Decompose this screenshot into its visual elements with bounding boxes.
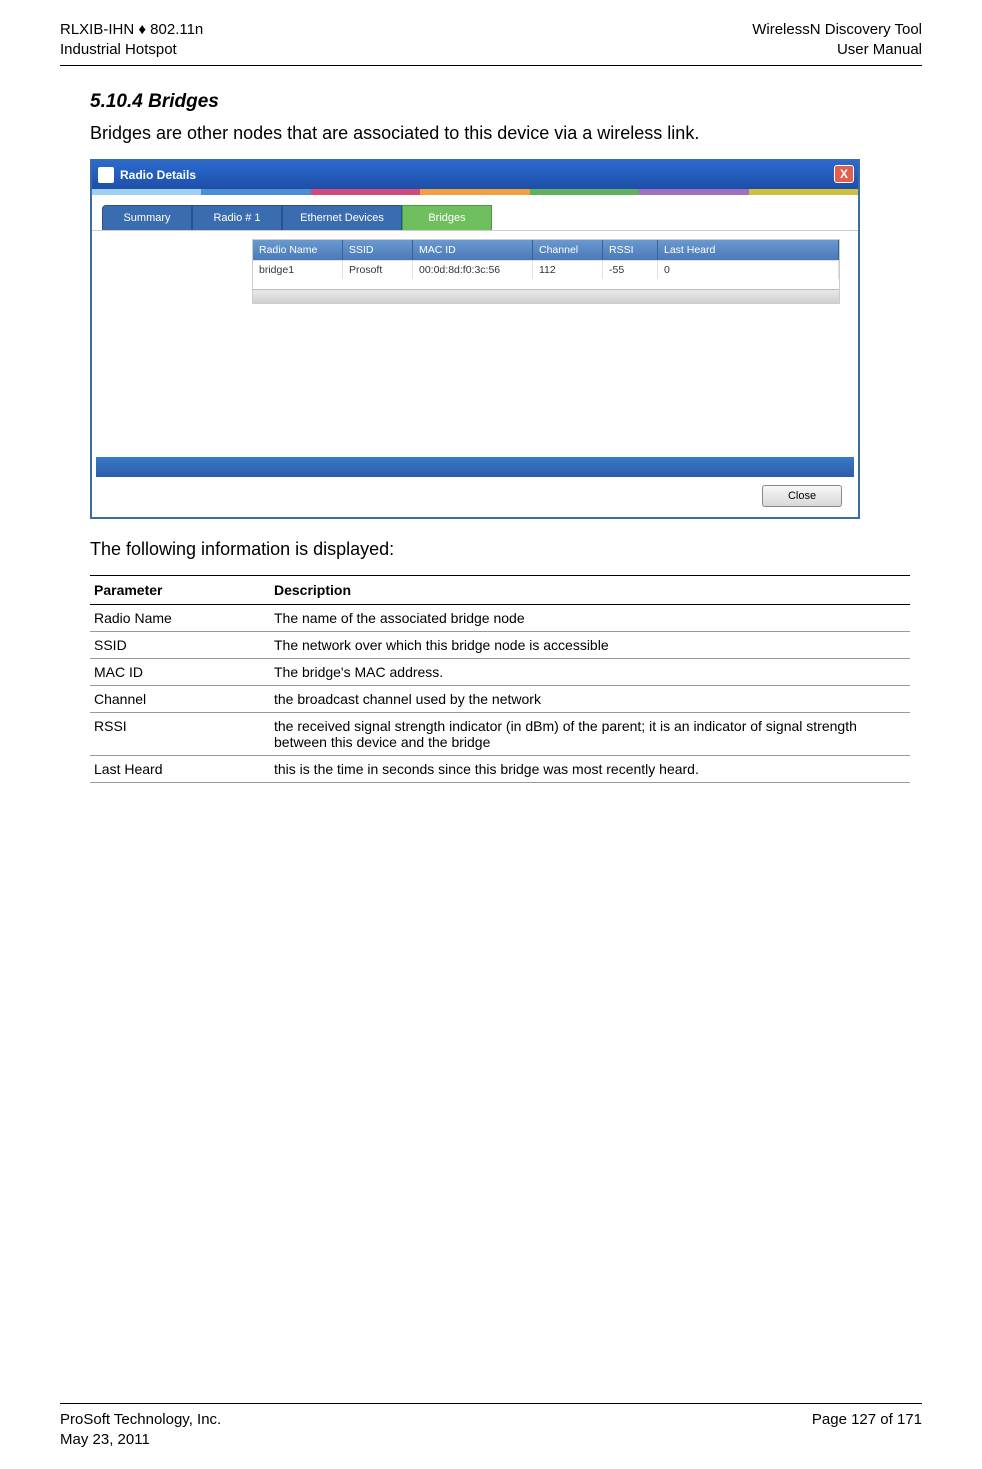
table-row: SSID The network over which this bridge … [90,632,910,659]
cell-radio-name: bridge1 [253,261,343,279]
td-param: Channel [90,686,270,713]
intro-text: Bridges are other nodes that are associa… [90,123,922,144]
header-right-line1: WirelessN Discovery Tool [752,20,922,40]
cell-mac-id: 00:0d:8d:f0:3c:56 [413,261,533,279]
cell-ssid: Prosoft [343,261,413,279]
parameter-table: Parameter Description Radio Name The nam… [90,575,910,783]
td-param: Radio Name [90,605,270,632]
td-param: Last Heard [90,756,270,783]
footer-page-number: Page 127 of 171 [812,1410,922,1430]
tab-ethernet-devices[interactable]: Ethernet Devices [282,205,402,230]
header-left-line1: RLXIB-IHN ♦ 802.11n [60,20,203,40]
table-row: Last Heard this is the time in seconds s… [90,756,910,783]
bridges-grid: Radio Name SSID MAC ID Channel RSSI Last… [252,239,840,304]
footer-rule [60,1403,922,1404]
cell-rssi: -55 [603,261,658,279]
dialog-footer-bar [96,457,854,477]
section-title: 5.10.4 Bridges [90,91,922,113]
th-parameter: Parameter [90,576,270,605]
grid-header-row: Radio Name SSID MAC ID Channel RSSI Last… [253,240,839,260]
th-description: Description [270,576,910,605]
tab-bridges[interactable]: Bridges [402,205,492,230]
grid-header-radio-name: Radio Name [253,240,343,260]
tab-radio1[interactable]: Radio # 1 [192,205,282,230]
td-desc: the received signal strength indicator (… [270,713,910,756]
header-left-line2: Industrial Hotspot [60,40,203,60]
footer-company: ProSoft Technology, Inc. [60,1410,221,1430]
grid-scrollbar[interactable] [253,289,839,303]
td-desc: this is the time in seconds since this b… [270,756,910,783]
followup-text: The following information is displayed: [90,539,922,560]
tab-strip: Summary Radio # 1 Ethernet Devices Bridg… [92,195,858,231]
td-param: RSSI [90,713,270,756]
close-icon[interactable]: X [834,165,854,183]
color-strip [92,189,858,195]
td-desc: The bridge's MAC address. [270,659,910,686]
td-param: SSID [90,632,270,659]
td-desc: The network over which this bridge node … [270,632,910,659]
grid-header-ssid: SSID [343,240,413,260]
grid-header-mac-id: MAC ID [413,240,533,260]
td-param: MAC ID [90,659,270,686]
footer-date: May 23, 2011 [60,1430,221,1450]
table-row: MAC ID The bridge's MAC address. [90,659,910,686]
cell-channel: 112 [533,261,603,279]
cell-last-heard: 0 [658,261,839,279]
header-right-line2: User Manual [752,40,922,60]
tab-summary[interactable]: Summary [102,205,192,230]
close-button[interactable]: Close [762,485,842,507]
dialog-titlebar: Radio Details X [92,161,858,189]
table-row: RSSI the received signal strength indica… [90,713,910,756]
dialog-icon [98,167,114,183]
grid-data-row[interactable]: bridge1 Prosoft 00:0d:8d:f0:3c:56 112 -5… [253,260,839,279]
grid-header-last-heard: Last Heard [658,240,839,260]
table-row: Radio Name The name of the associated br… [90,605,910,632]
grid-header-channel: Channel [533,240,603,260]
table-row: Channel the broadcast channel used by th… [90,686,910,713]
header-rule [60,65,922,66]
grid-header-rssi: RSSI [603,240,658,260]
radio-details-dialog: Radio Details X Summary Radio # 1 Ethern… [90,159,860,519]
td-desc: the broadcast channel used by the networ… [270,686,910,713]
dialog-title: Radio Details [120,168,196,182]
td-desc: The name of the associated bridge node [270,605,910,632]
